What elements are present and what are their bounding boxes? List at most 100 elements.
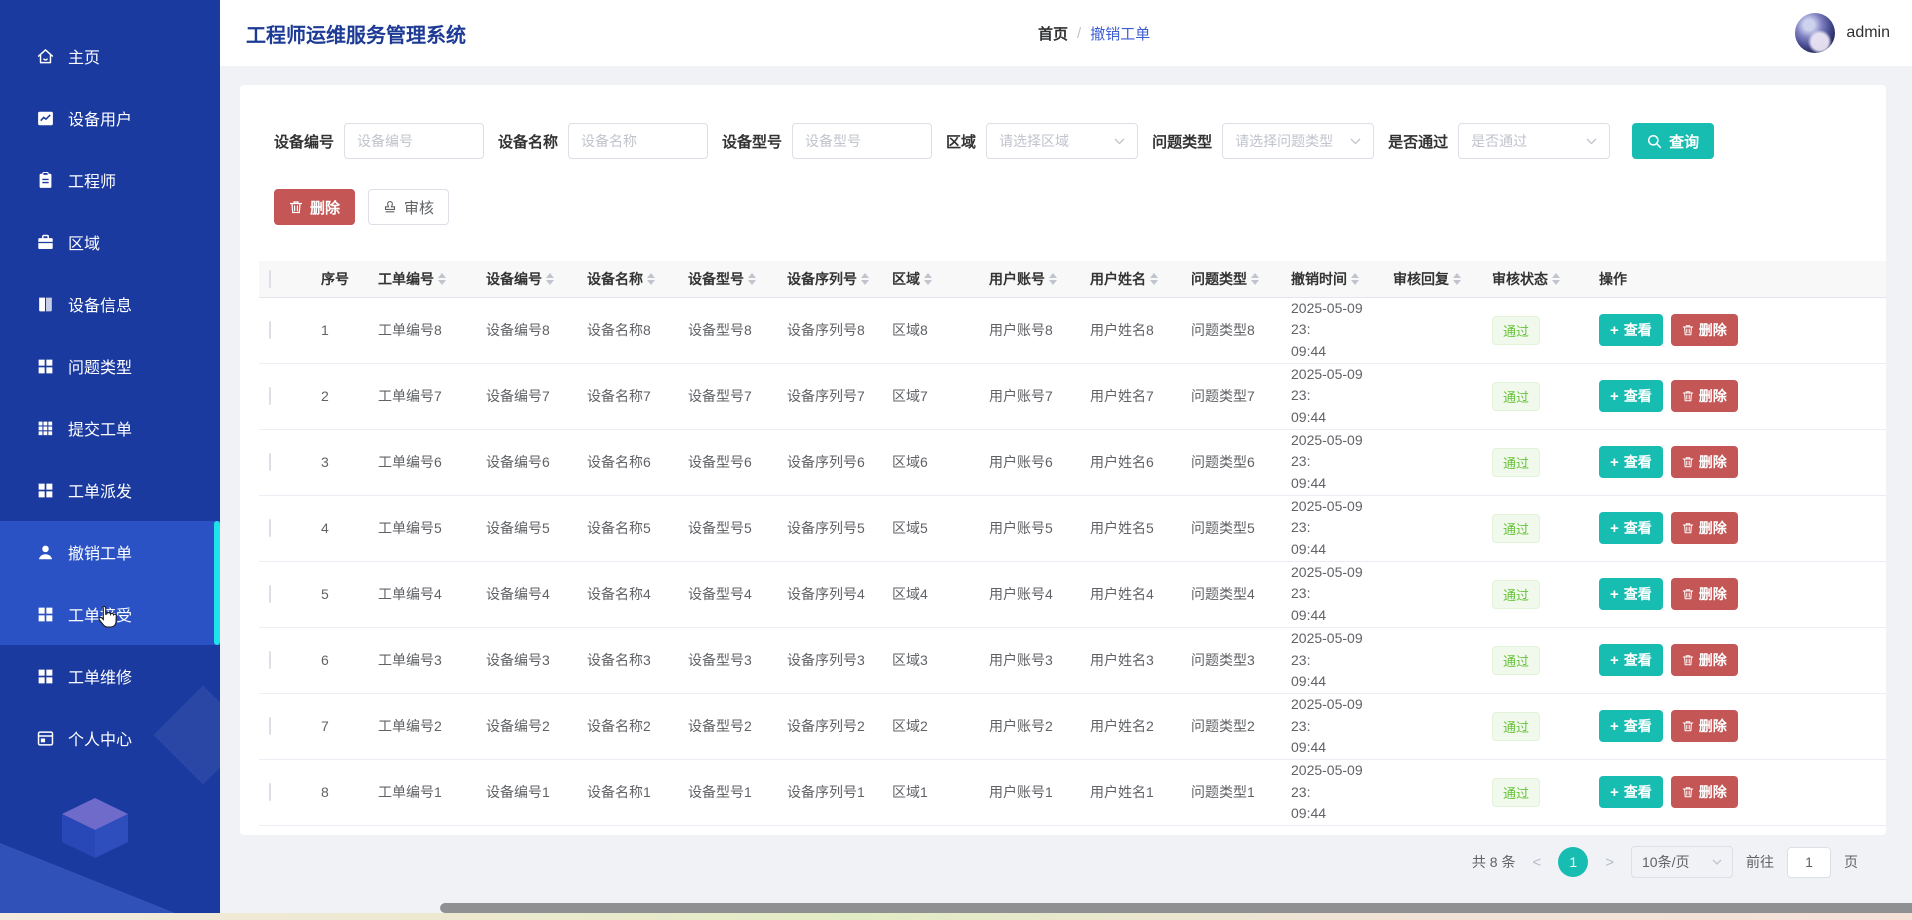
row-delete-button[interactable]: 删除 [1671, 512, 1738, 544]
view-button[interactable]: +查看 [1599, 710, 1663, 742]
row-delete-button[interactable]: 删除 [1671, 710, 1738, 742]
sort-icons[interactable] [1049, 273, 1057, 285]
filter-input-1[interactable]: 设备编号 [344, 123, 484, 159]
row-checkbox[interactable] [269, 453, 271, 471]
sidebar-item-3[interactable]: 工程师 [0, 149, 220, 211]
select-all-checkbox[interactable] [269, 270, 271, 288]
sidebar-item-9[interactable]: 撤销工单 [0, 521, 220, 583]
row-checkbox[interactable] [269, 783, 271, 801]
row-checkbox[interactable] [269, 321, 271, 339]
view-button[interactable]: +查看 [1599, 512, 1663, 544]
row-delete-button[interactable]: 删除 [1671, 380, 1738, 412]
audit-button[interactable]: 审核 [368, 189, 449, 225]
sort-icons[interactable] [647, 273, 655, 285]
cell-problem_type: 问题类型1 [1181, 759, 1281, 825]
filter-input-3[interactable]: 设备型号 [792, 123, 932, 159]
filter-label: 设备型号 [722, 131, 782, 152]
filter-label: 设备名称 [498, 131, 558, 152]
column-label: 审核状态 [1492, 269, 1548, 289]
view-button[interactable]: +查看 [1599, 446, 1663, 478]
next-page-button[interactable]: > [1601, 854, 1618, 871]
prev-page-button[interactable]: < [1528, 854, 1545, 871]
column-header-2[interactable]: 工单编号 [368, 261, 476, 297]
column-header-9[interactable]: 用户姓名 [1080, 261, 1181, 297]
avatar[interactable] [1795, 13, 1835, 53]
sidebar-item-2[interactable]: 设备用户 [0, 87, 220, 149]
view-button[interactable]: +查看 [1599, 644, 1663, 676]
sort-icons[interactable] [924, 273, 932, 285]
row-checkbox[interactable] [269, 519, 271, 537]
cell-device_model: 设备型号4 [678, 561, 777, 627]
sort-icons[interactable] [1251, 273, 1259, 285]
column-header-12[interactable]: 审核回复 [1383, 261, 1482, 297]
search-button[interactable]: 查询 [1632, 123, 1714, 159]
filter-select-6[interactable]: 是否通过 [1458, 123, 1610, 159]
cell-problem_type: 问题类型4 [1181, 561, 1281, 627]
filter-input-2[interactable]: 设备名称 [568, 123, 708, 159]
sidebar-item-4[interactable]: 区域 [0, 211, 220, 273]
user-menu[interactable]: admin [1795, 0, 1890, 66]
delete-selected-button[interactable]: 删除 [274, 189, 355, 225]
view-button[interactable]: +查看 [1599, 380, 1663, 412]
row-delete-button[interactable]: 删除 [1671, 776, 1738, 808]
trash-icon [1682, 786, 1694, 798]
row-checkbox[interactable] [269, 585, 271, 603]
sidebar-item-8[interactable]: 工单派发 [0, 459, 220, 521]
sidebar-item-11[interactable]: 工单维修 [0, 645, 220, 707]
view-button[interactable]: +查看 [1599, 776, 1663, 808]
briefcase-icon [36, 233, 55, 252]
page-1-button[interactable]: 1 [1558, 847, 1588, 877]
cell-problem_type: 问题类型7 [1181, 363, 1281, 429]
row-checkbox[interactable] [269, 387, 271, 405]
sidebar-scrollbar[interactable] [214, 521, 220, 645]
column-header-8[interactable]: 用户账号 [979, 261, 1080, 297]
cell-device_model: 设备型号2 [678, 693, 777, 759]
view-button[interactable]: +查看 [1599, 314, 1663, 346]
filter-label: 是否通过 [1388, 131, 1448, 152]
goto-page-input[interactable] [1787, 847, 1831, 878]
page-size-select[interactable]: 10条/页 [1631, 846, 1733, 878]
sort-icons[interactable] [546, 273, 554, 285]
column-header-3[interactable]: 设备编号 [476, 261, 577, 297]
sidebar-item-7[interactable]: 提交工单 [0, 397, 220, 459]
sort-icons[interactable] [1150, 273, 1158, 285]
horizontal-scrollbar[interactable] [440, 903, 1912, 913]
sort-icons[interactable] [438, 273, 446, 285]
column-header-13[interactable]: 审核状态 [1482, 261, 1589, 297]
breadcrumb-home[interactable]: 首页 [1038, 23, 1068, 44]
row-checkbox[interactable] [269, 651, 271, 669]
column-header-6[interactable]: 设备序列号 [777, 261, 882, 297]
chevron-down-icon [1114, 132, 1125, 150]
sort-icons[interactable] [1351, 273, 1359, 285]
sidebar-item-5[interactable]: 设备信息 [0, 273, 220, 335]
row-delete-button[interactable]: 删除 [1671, 314, 1738, 346]
column-header-7[interactable]: 区域 [882, 261, 979, 297]
placeholder-text: 是否通过 [1471, 131, 1527, 151]
sort-icons[interactable] [861, 273, 869, 285]
trash-icon [1682, 588, 1694, 600]
view-button[interactable]: +查看 [1599, 578, 1663, 610]
row-delete-button[interactable]: 删除 [1671, 578, 1738, 610]
column-label: 工单编号 [378, 269, 434, 289]
top-header: 工程师运维服务管理系统 首页 / 撤销工单 admin [220, 0, 1912, 66]
filter-select-4[interactable]: 请选择区域 [986, 123, 1138, 159]
filter-select-5[interactable]: 请选择问题类型 [1222, 123, 1374, 159]
search-label: 查询 [1669, 131, 1699, 152]
sidebar-item-1[interactable]: 主页 [0, 25, 220, 87]
sidebar-item-12[interactable]: 个人中心 [0, 707, 220, 769]
sort-icons[interactable] [1552, 273, 1560, 285]
row-delete-button[interactable]: 删除 [1671, 644, 1738, 676]
column-header-4[interactable]: 设备名称 [577, 261, 678, 297]
chevron-down-icon [1586, 132, 1597, 150]
row-delete-button[interactable]: 删除 [1671, 446, 1738, 478]
grid-icon [36, 481, 55, 500]
sidebar-item-6[interactable]: 问题类型 [0, 335, 220, 397]
column-header-10[interactable]: 问题类型 [1181, 261, 1281, 297]
column-header-11[interactable]: 撤销时间 [1281, 261, 1383, 297]
horizontal-scrollbar-thumb[interactable] [440, 903, 1912, 913]
cell-device_serial: 设备序列号5 [777, 495, 882, 561]
sort-icons[interactable] [748, 273, 756, 285]
sort-icons[interactable] [1453, 273, 1461, 285]
column-header-5[interactable]: 设备型号 [678, 261, 777, 297]
row-checkbox[interactable] [269, 717, 271, 735]
